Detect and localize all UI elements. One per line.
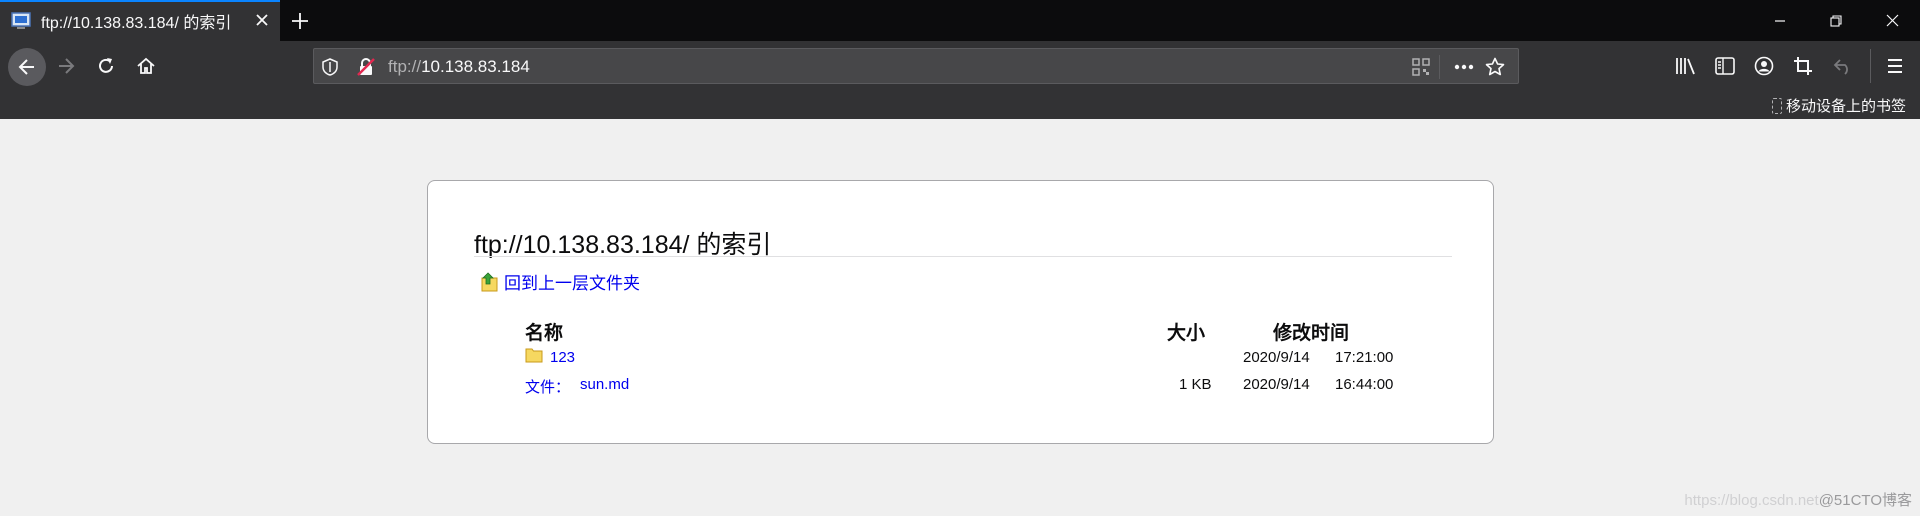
bookmark-star-icon[interactable]: [1485, 57, 1505, 77]
library-icon[interactable]: [1673, 53, 1699, 79]
page-actions-icon[interactable]: [1454, 57, 1474, 77]
qr-code-icon[interactable]: [1411, 57, 1431, 77]
close-window-icon[interactable]: [1864, 0, 1920, 41]
forward-arrow-icon[interactable]: [49, 49, 83, 83]
heading-divider: [474, 256, 1452, 257]
row-folder-123-link[interactable]: 123: [550, 349, 575, 366]
row-file-sun-time: 16:44:00: [1335, 376, 1394, 393]
nav-toolbar: ftp://10.138.83.184: [0, 41, 1920, 91]
parent-directory-link[interactable]: 回到上一层文件夹: [480, 269, 640, 294]
tab-title: ftp://10.138.83.184/ 的索引: [41, 14, 232, 32]
new-tab-icon[interactable]: [288, 9, 312, 33]
row-file-sun-date: 2020/9/14: [1243, 376, 1310, 393]
row-file-sun-size: 1 KB: [1179, 376, 1212, 393]
watermark-brand: @51CTO博客: [1818, 492, 1912, 509]
mobile-bookmarks-icon: [1771, 97, 1782, 114]
undo-icon[interactable]: [1830, 53, 1856, 79]
url-scheme: ftp://: [388, 57, 422, 76]
urlbar-divider: [1439, 55, 1440, 79]
insecure-connection-icon[interactable]: [356, 57, 376, 77]
column-header-name[interactable]: 名称: [525, 318, 563, 345]
restore-icon[interactable]: [1808, 0, 1864, 41]
minimize-icon[interactable]: [1752, 0, 1808, 41]
monitor-icon: [11, 11, 31, 31]
row-folder-123-date: 2020/9/14: [1243, 349, 1310, 366]
address-bar[interactable]: ftp://10.138.83.184: [313, 48, 1519, 84]
column-header-modified[interactable]: 修改时间: [1273, 318, 1349, 345]
watermark: https://blog.csdn.net@51CTO博客: [1684, 489, 1912, 510]
close-tab-icon[interactable]: [252, 10, 272, 30]
row-folder-123-time: 17:21:00: [1335, 349, 1394, 366]
back-arrow-icon[interactable]: [8, 48, 46, 86]
row-file-prefix: 文件：: [525, 379, 571, 396]
reload-icon[interactable]: [89, 49, 123, 83]
url-host: 10.138.83.184: [421, 57, 530, 76]
parent-directory-label: 回到上一层文件夹: [504, 274, 640, 293]
active-tab[interactable]: ftp://10.138.83.184/ 的索引: [0, 0, 280, 41]
column-header-size[interactable]: 大小: [1167, 318, 1205, 345]
directory-listing: ftp://10.138.83.184/ 的索引 回到上一层文件夹 名称 大小 …: [427, 180, 1494, 444]
account-icon[interactable]: [1751, 53, 1777, 79]
folder-icon: [525, 345, 543, 363]
mobile-bookmarks-folder[interactable]: 移动设备上的书签: [1771, 95, 1906, 116]
up-folder-icon: [480, 271, 500, 292]
home-icon[interactable]: [129, 49, 163, 83]
menu-hamburger-icon[interactable]: [1882, 53, 1908, 79]
tab-strip: ftp://10.138.83.184/ 的索引: [0, 0, 1920, 41]
toolbar-divider: [1870, 49, 1871, 83]
row-file-sun-link[interactable]: sun.md: [580, 376, 629, 393]
url-text[interactable]: ftp://10.138.83.184: [388, 57, 530, 77]
shield-icon[interactable]: [320, 57, 340, 77]
bookmarks-toolbar: 移动设备上的书签: [0, 91, 1920, 119]
mobile-bookmarks-label: 移动设备上的书签: [1785, 98, 1906, 115]
crop-screenshot-icon[interactable]: [1790, 53, 1816, 79]
watermark-url: https://blog.csdn.net: [1684, 492, 1819, 509]
sidebar-icon[interactable]: [1712, 53, 1738, 79]
tab-accent: [0, 0, 280, 2]
